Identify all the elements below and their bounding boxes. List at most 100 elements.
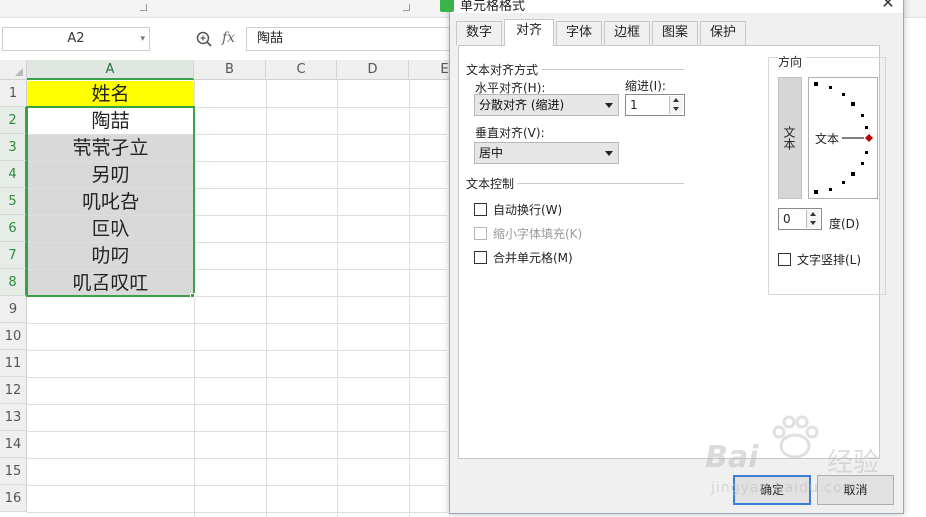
- vertical-align-select[interactable]: 居中: [474, 142, 619, 164]
- wrap-text-checkbox[interactable]: 自动换行(W): [474, 201, 562, 218]
- name-box[interactable]: A2 ▾: [2, 27, 150, 51]
- gridline: [194, 80, 195, 517]
- app-icon: [440, 0, 454, 12]
- tab-alignment[interactable]: 对齐: [504, 19, 554, 46]
- column-header-b[interactable]: B: [194, 60, 266, 80]
- row-header[interactable]: 12: [0, 377, 27, 404]
- formula-input[interactable]: 陶喆: [246, 27, 466, 51]
- cell-a1[interactable]: 姓名: [27, 81, 194, 107]
- cell-a2[interactable]: 陶喆: [27, 108, 194, 134]
- row-header[interactable]: 2: [0, 107, 27, 134]
- degrees-value: 0: [783, 212, 791, 226]
- row-header[interactable]: 14: [0, 431, 27, 458]
- merge-cells-checkbox[interactable]: 合并单元格(M): [474, 249, 573, 266]
- chevron-down-icon[interactable]: [673, 107, 679, 111]
- row-header[interactable]: 13: [0, 404, 27, 431]
- fx-icon[interactable]: fx: [222, 30, 235, 46]
- checkbox-box[interactable]: [474, 251, 487, 264]
- tab-number[interactable]: 数字: [456, 21, 502, 45]
- gridline: [27, 458, 447, 459]
- row-header[interactable]: 10: [0, 323, 27, 350]
- cancel-button[interactable]: 取消: [817, 475, 894, 505]
- chevron-down-icon[interactable]: [605, 151, 613, 156]
- gridline: [266, 80, 267, 517]
- chevron-down-icon[interactable]: [810, 221, 816, 225]
- tab-border[interactable]: 边框: [604, 21, 650, 45]
- merge-cells-label: 合并单元格(M): [493, 251, 573, 265]
- vertical-text-sample: 文本: [782, 126, 796, 150]
- orientation-dial[interactable]: 文本: [808, 77, 878, 199]
- magnifier-zoom-icon[interactable]: [196, 31, 212, 47]
- select-all-corner[interactable]: [0, 60, 27, 80]
- row-header[interactable]: 8: [0, 269, 27, 296]
- dialog-title: 单元格格式: [460, 0, 526, 14]
- fill-handle[interactable]: [190, 293, 195, 298]
- stepper-buttons[interactable]: [806, 210, 820, 228]
- cell-a7[interactable]: 叻叼: [27, 243, 194, 269]
- chevron-up-icon[interactable]: [810, 212, 816, 216]
- shrink-to-fit-label: 缩小字体填充(K): [493, 227, 583, 241]
- degrees-stepper[interactable]: 0: [778, 208, 822, 230]
- indent-value: 1: [630, 98, 638, 112]
- vertical-layout-checkbox[interactable]: 文字竖排(L): [778, 251, 861, 268]
- gridline: [27, 296, 447, 297]
- row-header[interactable]: 5: [0, 188, 27, 215]
- vertical-align-label: 垂直对齐(V):: [475, 126, 545, 140]
- vertical-align-value: 居中: [479, 146, 504, 160]
- tab-protection[interactable]: 保护: [700, 21, 746, 45]
- gridline: [27, 512, 447, 513]
- tab-font[interactable]: 字体: [556, 21, 602, 45]
- gridline: [27, 377, 447, 378]
- horizontal-align-value: 分散对齐 (缩进): [479, 98, 565, 112]
- gridline: [27, 350, 447, 351]
- orientation-group-title: 方向: [778, 53, 807, 70]
- group-launcher-icon[interactable]: [403, 4, 410, 11]
- row-header[interactable]: 9: [0, 296, 27, 323]
- vertical-layout-label: 文字竖排(L): [797, 253, 862, 267]
- cell-a3[interactable]: 茕茕孑立: [27, 135, 194, 161]
- cell-a6[interactable]: 叵叺: [27, 216, 194, 242]
- cell-a8[interactable]: 叽叾叹叿: [27, 270, 194, 296]
- checkbox-box[interactable]: [778, 253, 791, 266]
- gridline: [409, 80, 410, 517]
- column-header-d[interactable]: D: [337, 60, 409, 80]
- gridline: [27, 431, 447, 432]
- wrap-text-label: 自动换行(W): [493, 203, 563, 217]
- indent-stepper[interactable]: 1: [625, 94, 685, 116]
- text-alignment-group-title: 文本对齐方式: [466, 61, 543, 78]
- checkbox-box: [474, 227, 487, 240]
- indent-label: 缩进(I):: [625, 79, 666, 93]
- gridline: [27, 323, 447, 324]
- ok-button[interactable]: 确定: [733, 475, 811, 505]
- chevron-down-icon[interactable]: ▾: [140, 28, 145, 50]
- close-icon[interactable]: ✕: [878, 0, 898, 13]
- name-box-value: A2: [67, 31, 85, 46]
- column-header-c[interactable]: C: [266, 60, 337, 80]
- chevron-down-icon[interactable]: [605, 103, 613, 108]
- vertical-text-orientation-button[interactable]: 文本: [778, 77, 802, 199]
- stepper-buttons[interactable]: [669, 96, 683, 114]
- shrink-to-fit-checkbox: 缩小字体填充(K): [474, 225, 582, 242]
- cell-a5[interactable]: 叽叱叴: [27, 189, 194, 215]
- row-header[interactable]: 1: [0, 80, 27, 107]
- gridline: [27, 485, 447, 486]
- dialog-titlebar[interactable]: 单元格格式 ✕: [440, 0, 903, 14]
- checkbox-box[interactable]: [474, 203, 487, 216]
- degrees-label: 度(D): [829, 217, 860, 231]
- column-header-a[interactable]: A: [27, 60, 194, 80]
- row-header[interactable]: 16: [0, 485, 27, 512]
- dial-text-sample: 文本: [815, 132, 840, 146]
- horizontal-align-select[interactable]: 分散对齐 (缩进): [474, 94, 619, 116]
- row-header[interactable]: 15: [0, 458, 27, 485]
- row-header[interactable]: 4: [0, 161, 27, 188]
- row-header[interactable]: 7: [0, 242, 27, 269]
- group-launcher-icon[interactable]: [140, 4, 147, 11]
- gridline: [337, 80, 338, 517]
- row-header[interactable]: 11: [0, 350, 27, 377]
- cell-a4[interactable]: 另叨: [27, 162, 194, 188]
- format-cells-dialog: 单元格格式 ✕ 数字 对齐 字体 边框 图案 保护 文本对齐方式 水平对齐(H)…: [440, 0, 904, 514]
- row-header[interactable]: 6: [0, 215, 27, 242]
- tab-pattern[interactable]: 图案: [652, 21, 698, 45]
- chevron-up-icon[interactable]: [673, 98, 679, 102]
- row-header[interactable]: 3: [0, 134, 27, 161]
